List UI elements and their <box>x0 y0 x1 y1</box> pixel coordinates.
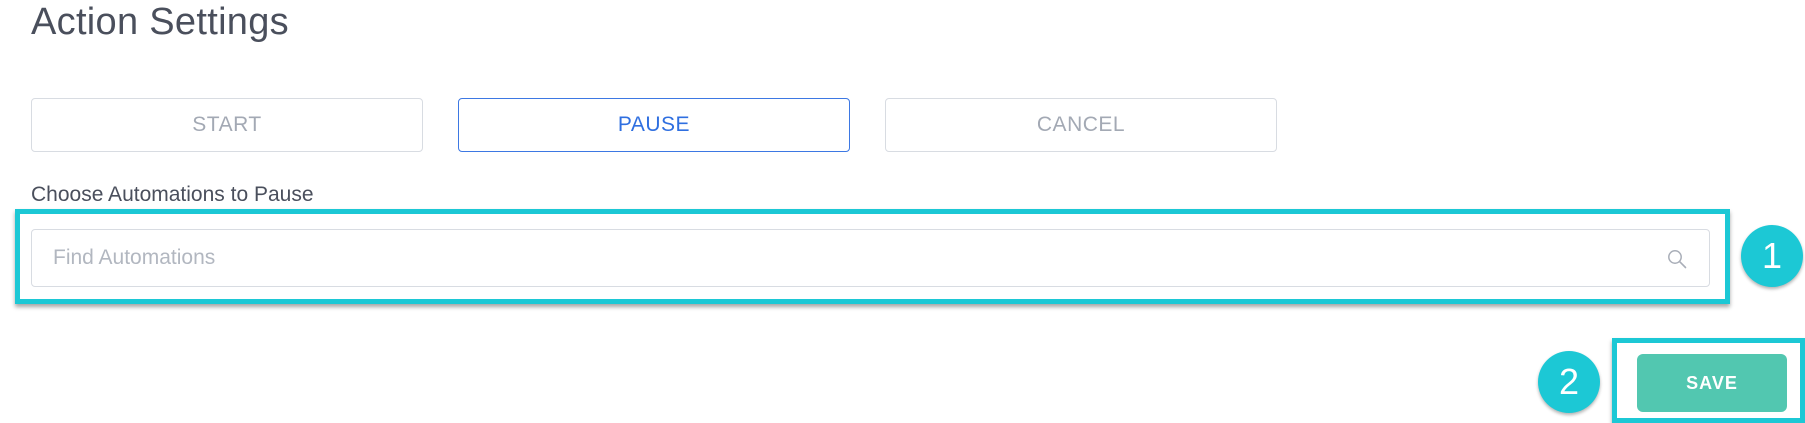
save-button[interactable]: SAVE <box>1637 354 1787 412</box>
callout-badge-2: 2 <box>1538 351 1600 413</box>
search-field-container <box>31 229 1710 287</box>
page-title: Action Settings <box>31 1 289 43</box>
find-automations-input[interactable] <box>32 230 1709 286</box>
search-icon[interactable] <box>1667 249 1687 269</box>
pause-button[interactable]: PAUSE <box>458 98 850 152</box>
callout-badge-1: 1 <box>1741 225 1803 287</box>
start-button[interactable]: START <box>31 98 423 152</box>
automations-field-label: Choose Automations to Pause <box>31 183 314 206</box>
cancel-button[interactable]: CANCEL <box>885 98 1277 152</box>
